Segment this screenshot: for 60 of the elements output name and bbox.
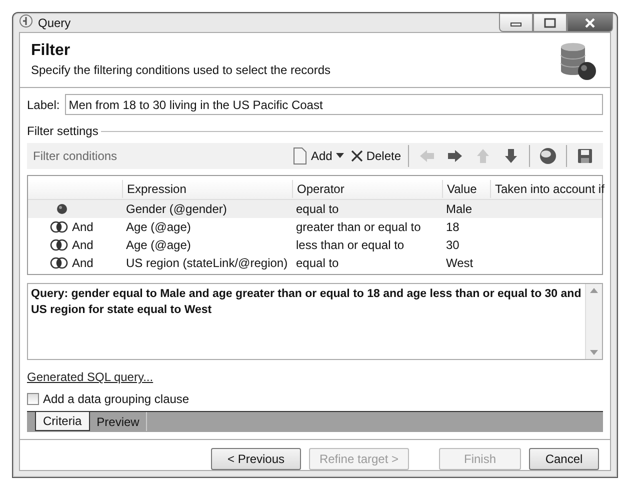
header-subtitle: Specify the filtering conditions used to select the records <box>31 63 330 77</box>
checkbox-label: Add a data grouping clause <box>43 392 190 406</box>
operator-cell-text: greater than or equal to <box>295 219 422 236</box>
tab[interactable]: Criteria <box>35 412 90 431</box>
save-icon[interactable] <box>577 148 593 164</box>
database-icon <box>558 41 598 81</box>
operator-cell-text: less than or equal to <box>295 237 406 254</box>
scroll-up-icon <box>590 288 598 293</box>
condition-row[interactable]: And US region (stateLink/@region) equal to West <box>28 254 602 272</box>
condition-row[interactable]: Gender (@gender) equal to Male <box>28 200 602 218</box>
column-header[interactable]: Expression <box>122 180 292 198</box>
value-cell-text: Male <box>445 201 474 218</box>
tab[interactable]: Preview <box>90 412 148 431</box>
close-icon <box>351 150 364 162</box>
column-header[interactable]: Operator <box>292 180 442 198</box>
value-cell-text: West <box>445 255 474 272</box>
expression-cell-text: Age (@age) <box>125 219 192 236</box>
intersection-icon <box>50 257 68 269</box>
close-button[interactable] <box>567 13 613 32</box>
toolbar-title: Filter conditions <box>33 149 118 163</box>
sql-query-link[interactable]: Generated SQL query... <box>27 370 154 384</box>
right-arrow-icon[interactable] <box>446 148 464 164</box>
expression-cell-text: Age (@age) <box>125 237 192 254</box>
expression-cell-text: Gender (@gender) <box>125 201 228 218</box>
down-arrow-icon[interactable] <box>503 147 519 165</box>
grouping-checkbox[interactable] <box>27 393 39 405</box>
intersection-icon <box>50 239 68 251</box>
field-label: Label: <box>27 98 60 112</box>
sphere-icon[interactable] <box>539 147 557 165</box>
maximize-button[interactable] <box>533 13 567 32</box>
label-input[interactable]: Men from 18 to 30 living in the US Pacific Coast <box>64 94 603 115</box>
close-icon <box>584 18 596 28</box>
delete-button[interactable]: Delete <box>348 145 404 167</box>
intersection-icon <box>50 221 68 233</box>
minimize-button[interactable] <box>499 13 533 32</box>
header-title: Filter <box>31 41 72 61</box>
caret-icon <box>335 153 346 159</box>
dot-icon <box>56 203 68 215</box>
value-cell-text: 30 <box>445 237 460 254</box>
maximize-icon <box>544 18 556 28</box>
connector-label: And <box>72 255 94 272</box>
window-title: Query <box>38 16 71 30</box>
column-header[interactable]: Value <box>442 180 490 198</box>
scrollbar[interactable] <box>585 284 602 359</box>
scroll-down-icon <box>590 350 598 355</box>
condition-row[interactable]: And Age (@age) greater than or equal to 18 <box>28 218 602 236</box>
operator-cell-text: equal to <box>295 201 340 218</box>
connector-label: And <box>72 219 94 236</box>
condition-row[interactable]: And Age (@age) less than or equal to 30 <box>28 236 602 254</box>
document-icon <box>292 147 308 165</box>
dialog-button[interactable]: Cancel <box>529 448 599 470</box>
query-description: Query: gender equal to Male and age greater than or equal to 18 and age less than or equal to 30 and US region for state equal to West <box>30 287 582 318</box>
dialog-button[interactable]: < Previous <box>211 448 301 470</box>
column-header[interactable]: Taken into account if <box>490 180 622 198</box>
section-title: Filter settings <box>27 124 98 138</box>
connector-label: And <box>72 237 94 254</box>
expression-cell-text: US region (stateLink/@region) <box>125 255 289 272</box>
operator-cell-text: equal to <box>295 255 340 272</box>
add-button[interactable]: Add <box>288 145 348 167</box>
value-cell-text: 18 <box>445 219 460 236</box>
